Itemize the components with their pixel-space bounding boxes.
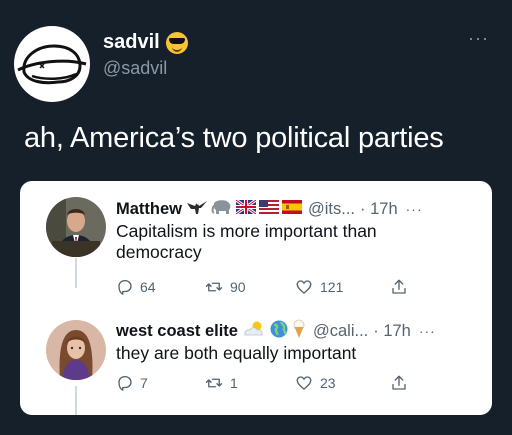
- sun-cloud-icon: [242, 320, 266, 343]
- reply-count: 64: [140, 279, 156, 295]
- tweet-text: ah, America’s two political parties: [24, 122, 444, 154]
- elephant-icon: [211, 198, 233, 221]
- reply-text: Capitalism is more important than democr…: [116, 221, 377, 262]
- reply-time[interactable]: · 17h: [373, 322, 411, 341]
- share-button[interactable]: [390, 374, 408, 392]
- more-options-button[interactable]: ···: [468, 28, 489, 49]
- reply-header: west coast elite @cali... · 17h ···: [116, 319, 436, 344]
- heart-icon: [296, 280, 312, 294]
- like-button[interactable]: 23: [294, 374, 336, 392]
- reply-handle[interactable]: @its...: [308, 200, 355, 219]
- scribble-logo-icon: [17, 44, 87, 85]
- uk-flag-icon: [235, 198, 257, 219]
- reply-button[interactable]: 64: [116, 278, 156, 296]
- retweet-icon: [205, 282, 223, 292]
- reply-handle[interactable]: @cali...: [313, 322, 368, 341]
- retweet-button[interactable]: 1: [204, 374, 238, 392]
- author-handle[interactable]: @sadvil: [103, 58, 167, 79]
- author-avatar[interactable]: [14, 26, 90, 102]
- globe-icon: [269, 319, 289, 344]
- reply-icon: [118, 375, 132, 391]
- share-icon: [392, 375, 406, 390]
- thread-connector-line: [75, 386, 77, 415]
- heart-icon: [296, 376, 312, 390]
- reply-button[interactable]: 7: [116, 374, 148, 392]
- author-name-text: sadvil: [103, 31, 160, 53]
- ice-cream-icon: [292, 319, 306, 344]
- reply-text: they are both equally important: [116, 343, 357, 363]
- reply-count: 7: [140, 375, 148, 391]
- retweet-count: 1: [230, 375, 238, 391]
- thread-connector-line: [75, 258, 77, 288]
- retweet-button[interactable]: 90: [204, 278, 246, 296]
- reply-more-button[interactable]: ···: [406, 201, 423, 217]
- reply-author-name[interactable]: Matthew: [116, 200, 182, 219]
- retweet-count: 90: [230, 279, 246, 295]
- portrait-photo-icon: [46, 197, 106, 257]
- spain-flag-icon: [282, 199, 302, 219]
- like-count: 23: [320, 375, 336, 391]
- like-button[interactable]: 121: [294, 278, 343, 296]
- us-flag-icon: [259, 199, 279, 219]
- matthew-avatar[interactable]: [46, 197, 106, 257]
- reply-header: Matthew @its... · 17h ···: [116, 198, 423, 220]
- west-coast-elite-avatar[interactable]: [46, 320, 106, 380]
- retweet-icon: [205, 378, 223, 388]
- eagle-icon: [186, 198, 208, 221]
- author-name[interactable]: sadvil: [103, 31, 188, 54]
- reply-icon: [118, 279, 132, 295]
- reply-author-name[interactable]: west coast elite: [116, 322, 238, 341]
- illustrated-woman-icon: [46, 320, 106, 380]
- sunglasses-face-icon: [165, 31, 188, 54]
- quoted-thread-card: Matthew @its... · 17h ··· Capitalism is …: [20, 181, 492, 415]
- reply-more-button[interactable]: ···: [419, 323, 436, 339]
- reply-time[interactable]: · 17h: [360, 200, 398, 219]
- share-icon: [392, 279, 406, 294]
- like-count: 121: [320, 279, 344, 295]
- share-button[interactable]: [390, 278, 408, 296]
